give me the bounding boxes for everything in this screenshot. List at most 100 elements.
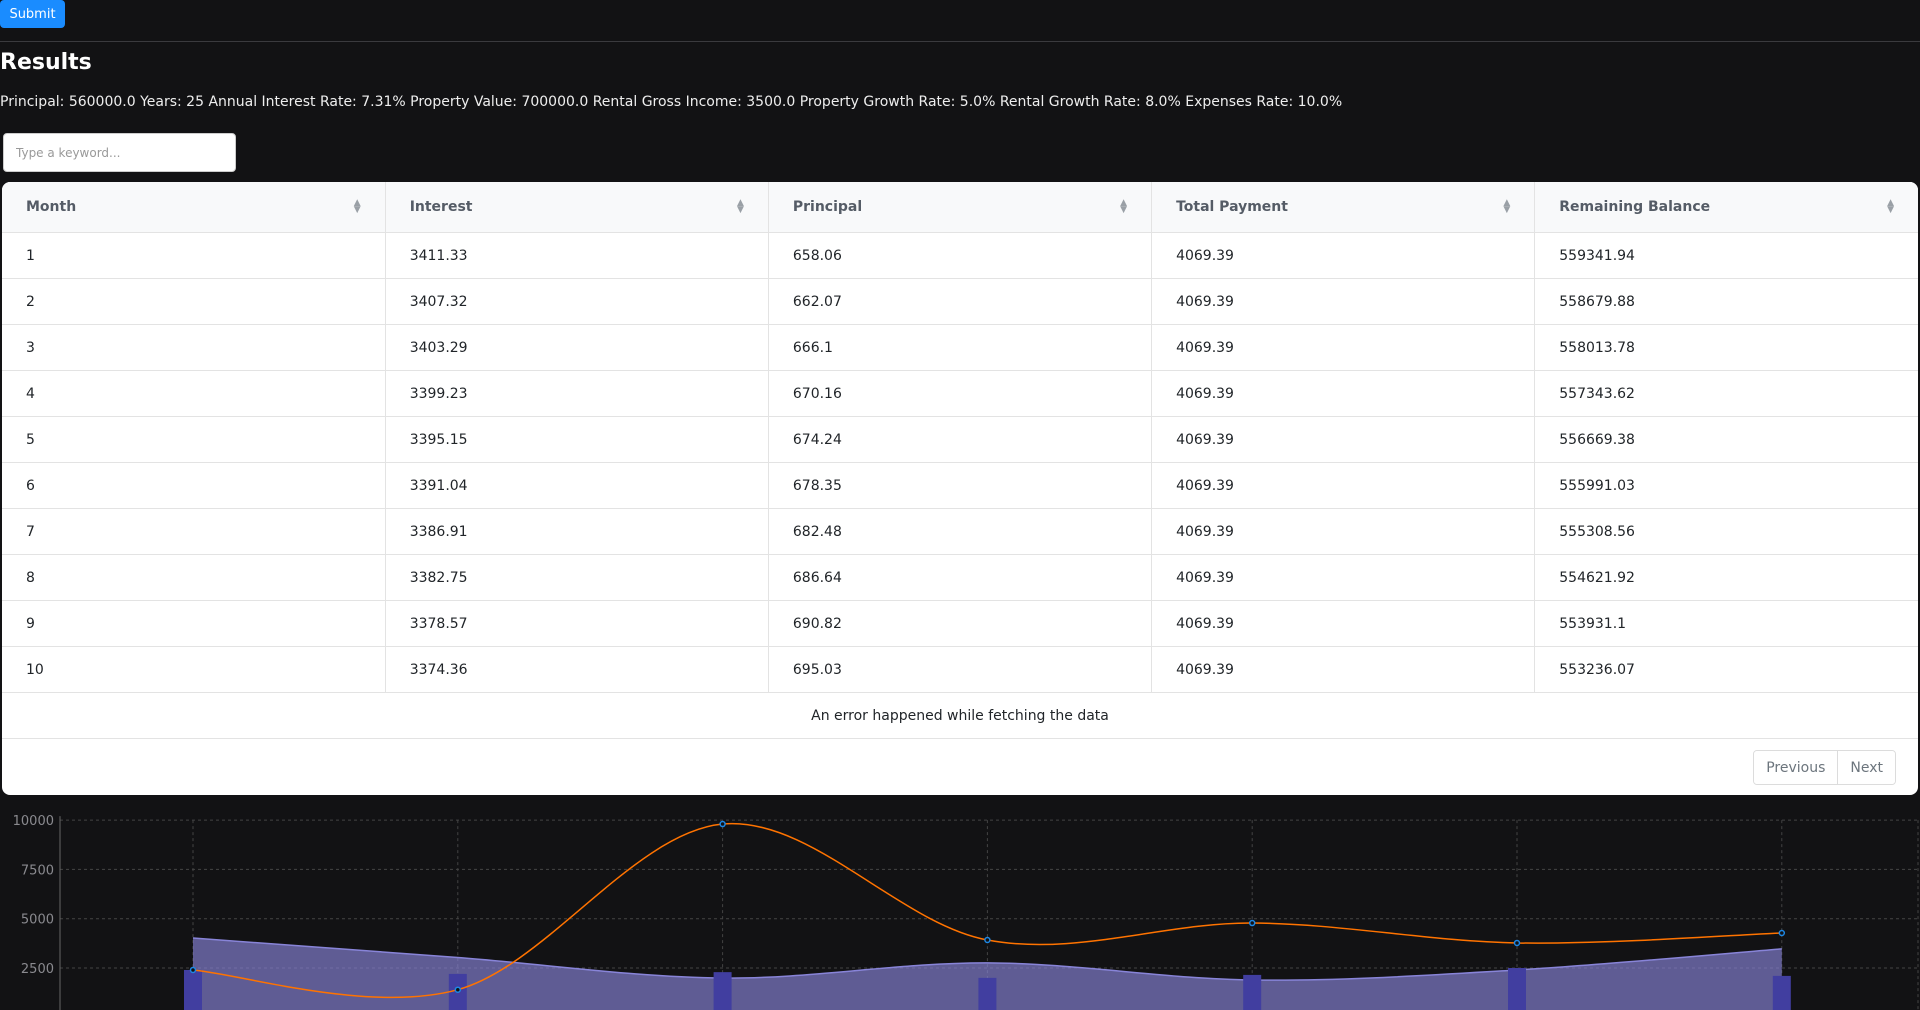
bar (713, 972, 732, 1010)
table-cell: 3411.33 (385, 232, 769, 279)
column-label: Total Payment (1176, 199, 1288, 215)
chart: 10000 7500 5000 2500 (13, 814, 1919, 1010)
column-label: Remaining Balance (1559, 199, 1711, 215)
column-label: Interest (409, 199, 473, 215)
next-button[interactable]: Next (1837, 751, 1895, 784)
column-header-principal[interactable]: Principal ▲ ▼ (768, 182, 1153, 233)
table-cell: 666.1 (768, 324, 1153, 371)
pagination: Previous Next (1753, 750, 1896, 785)
column-label: Principal (792, 199, 863, 215)
table-cell: 555991.03 (1534, 462, 1918, 509)
table-cell: 4069.39 (1151, 370, 1536, 417)
sort-icon[interactable]: ▲ ▼ (1887, 199, 1894, 215)
table-cell: 674.24 (768, 416, 1153, 463)
table-cell: 3378.57 (385, 600, 769, 647)
table-cell: 554621.92 (1534, 554, 1918, 601)
table-cell: 682.48 (768, 508, 1153, 555)
table-cell: 4069.39 (1151, 508, 1536, 555)
table-cell: 4069.39 (1151, 462, 1536, 509)
table-cell: 4069.39 (1151, 416, 1536, 463)
table-cell: 690.82 (768, 600, 1153, 647)
column-header-remaining-balance[interactable]: Remaining Balance ▲ ▼ (1534, 182, 1918, 233)
table-cell: 4 (2, 370, 386, 417)
table-cell: 553931.1 (1534, 600, 1918, 647)
column-header-month[interactable]: Month ▲ ▼ (2, 182, 386, 233)
table-row: 3 3403.29 666.1 4069.39 558013.78 (2, 324, 1918, 371)
table-cell: 4069.39 (1151, 600, 1536, 647)
table-cell: 4069.39 (1151, 324, 1536, 371)
table-row: 9 3378.57 690.82 4069.39 553931.1 (2, 600, 1918, 647)
bar (1772, 975, 1791, 1010)
error-message: An error happened while fetching the dat… (2, 692, 1918, 739)
table-cell: 10 (2, 646, 386, 693)
amortization-table: Month ▲ ▼ Interest ▲ ▼ Principal ▲ ▼ Total Paymen… (2, 182, 1918, 739)
table-cell: 3399.23 (385, 370, 769, 417)
line-point (1513, 939, 1521, 947)
table-cell: 4069.39 (1151, 278, 1536, 325)
table-cell: 3395.15 (385, 416, 769, 463)
table-cell: 3386.91 (385, 508, 769, 555)
table-cell: 8 (2, 554, 386, 601)
table-cell: 4069.39 (1151, 232, 1536, 279)
table-cell: 678.35 (768, 462, 1153, 509)
table-cell: 662.07 (768, 278, 1153, 325)
table-cell: 558679.88 (1534, 278, 1918, 325)
sort-icon[interactable]: ▲ ▼ (737, 199, 744, 215)
table-row: 10 3374.36 695.03 4069.39 553236.07 (2, 646, 1918, 693)
line-point (454, 986, 462, 993)
line-point (1248, 919, 1256, 927)
table-cell: 1 (2, 232, 386, 279)
error-row: An error happened while fetching the dat… (2, 692, 1918, 739)
table-cell: 3 (2, 324, 386, 371)
column-header-total-payment[interactable]: Total Payment ▲ ▼ (1151, 182, 1536, 233)
y-tick-label: 10000 (13, 814, 54, 829)
table-cell: 670.16 (768, 370, 1153, 417)
search-input[interactable] (3, 133, 236, 172)
table-cell: 686.64 (768, 554, 1153, 601)
table-row: 6 3391.04 678.35 4069.39 555991.03 (2, 462, 1918, 509)
table-cell: 4069.39 (1151, 646, 1536, 693)
table-cell: 6 (2, 462, 386, 509)
table-cell: 555308.56 (1534, 508, 1918, 555)
table-cell: 3403.29 (385, 324, 769, 371)
table-cell: 5 (2, 416, 386, 463)
table-cell: 695.03 (768, 646, 1153, 693)
table-cell: 3407.32 (385, 278, 769, 325)
line-point (719, 820, 726, 828)
line-point (1778, 929, 1786, 937)
table-cell: 2 (2, 278, 386, 325)
results-summary: Principal: 560000.0 Years: 25 Annual Int… (0, 94, 1343, 110)
results-table-card: Month ▲ ▼ Interest ▲ ▼ Principal ▲ ▼ Total Paymen… (2, 182, 1918, 795)
submit-button[interactable]: Submit (0, 0, 65, 28)
y-tick-label: 2500 (21, 962, 54, 977)
sort-icon[interactable]: ▲ ▼ (1503, 199, 1510, 215)
table-cell: 3382.75 (385, 554, 769, 601)
bar (978, 977, 997, 1010)
sort-icon[interactable]: ▲ ▼ (1120, 199, 1127, 215)
bar (184, 969, 202, 1010)
bar (1243, 974, 1262, 1010)
table-cell: 9 (2, 600, 386, 647)
table-row: 8 3382.75 686.64 4069.39 554621.92 (2, 554, 1918, 601)
table-row: 7 3386.91 682.48 4069.39 555308.56 (2, 508, 1918, 555)
y-tick-label: 5000 (21, 913, 54, 928)
divider (0, 41, 1920, 42)
table-cell: 3391.04 (385, 462, 769, 509)
results-title: Results (0, 50, 92, 75)
sort-icon[interactable]: ▲ ▼ (354, 199, 361, 215)
table-cell: 3374.36 (385, 646, 769, 693)
previous-button[interactable]: Previous (1754, 751, 1838, 784)
table-cell: 7 (2, 508, 386, 555)
table-cell: 558013.78 (1534, 324, 1918, 371)
column-label: Month (26, 199, 77, 215)
table-cell: 658.06 (768, 232, 1153, 279)
line-point (189, 966, 197, 974)
table-cell: 559341.94 (1534, 232, 1918, 279)
table-cell: 553236.07 (1534, 646, 1918, 693)
table-row: 2 3407.32 662.07 4069.39 558679.88 (2, 278, 1918, 325)
table-row: 1 3411.33 658.06 4069.39 559341.94 (2, 232, 1918, 279)
bar (1508, 968, 1526, 1010)
column-header-interest[interactable]: Interest ▲ ▼ (385, 182, 769, 233)
table-row: 4 3399.23 670.16 4069.39 557343.62 (2, 370, 1918, 417)
table-cell: 557343.62 (1534, 370, 1918, 417)
